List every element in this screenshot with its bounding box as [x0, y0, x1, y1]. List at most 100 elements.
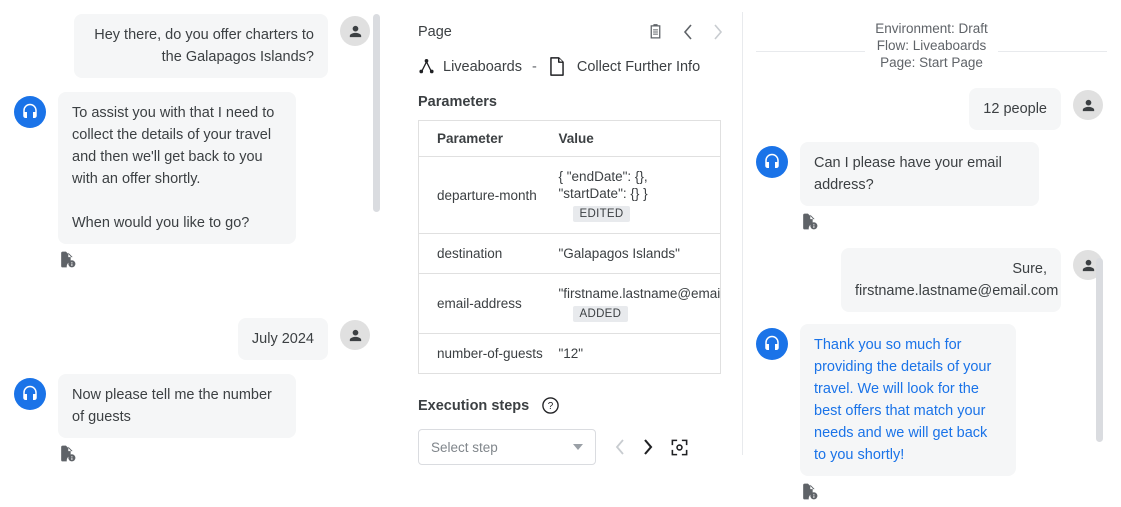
page-inspector-panel: Page: [400, 0, 742, 507]
table-row: departure-month { "endDate": {}, "startD…: [419, 157, 721, 234]
chat-bubble-user: 12 people: [969, 88, 1061, 130]
value-text: "firstname.lastname@email.com": [559, 285, 721, 302]
doc-info-icon[interactable]: [800, 482, 819, 506]
help-icon: ?: [541, 396, 560, 415]
document-info-icon: [58, 444, 77, 463]
message-row-user: Hey there, do you offer charters to the …: [14, 14, 370, 78]
avatar-user: [340, 16, 370, 46]
clipboard-icon: [647, 22, 664, 41]
select-step-dropdown[interactable]: Select step: [418, 429, 596, 465]
left-panel-scrollbar[interactable]: [373, 14, 380, 212]
prev-page-button[interactable]: [682, 23, 694, 41]
header-icon-group: [647, 22, 724, 41]
value-text: "Galapagos Islands": [559, 245, 721, 262]
page-line: Page: Start Page: [875, 54, 988, 71]
column-header-value: Value: [549, 121, 721, 157]
person-icon: [1080, 257, 1097, 274]
execution-steps-header: Execution steps ?: [418, 396, 724, 415]
help-circle-icon[interactable]: ?: [541, 396, 560, 415]
app-root: Hey there, do you offer charters to the …: [0, 0, 1121, 507]
document-info-icon: [800, 482, 819, 501]
avatar-user: [340, 320, 370, 350]
parameters-label: Parameters: [418, 94, 724, 110]
headset-icon: [763, 153, 781, 171]
message-row-bot: Now please tell me the number of guests: [14, 374, 370, 468]
table-header-row: Parameter Value: [419, 121, 721, 157]
chat-bubble-bot: To assist you with that I need to collec…: [58, 92, 296, 244]
document-info-icon: [800, 212, 819, 231]
svg-text:?: ?: [548, 401, 554, 412]
status-badge-edited: EDITED: [573, 206, 631, 222]
flow-node-icon: [418, 58, 435, 75]
message-row-bot: To assist you with that I need to collec…: [14, 92, 370, 274]
status-badge-added: ADDED: [573, 306, 629, 322]
table-row: destination "Galapagos Islands": [419, 234, 721, 274]
center-focus-button[interactable]: [670, 438, 689, 457]
next-page-button[interactable]: [712, 23, 724, 41]
execution-steps-controls: Select step: [418, 429, 724, 465]
flow-icon: [418, 58, 435, 75]
environment-header-text: Environment: Draft Flow: Liveaboards Pag…: [865, 20, 998, 71]
cell-parameter-value: "12": [549, 334, 721, 374]
headset-icon: [21, 385, 39, 403]
avatar-bot: [756, 328, 788, 360]
page-inspector-header: Page: [418, 22, 724, 41]
flow-line: Flow: Liveaboards: [875, 37, 988, 54]
table-row: email-address "firstname.lastname@email.…: [419, 274, 721, 334]
clipboard-button[interactable]: [647, 22, 664, 41]
chat-bubble-bot: Now please tell me the number of guests: [58, 374, 296, 438]
avatar-bot: [14, 378, 46, 410]
headset-icon: [21, 103, 39, 121]
message-row-user: Sure, firstname.lastname@email.com: [756, 248, 1103, 312]
next-step-button[interactable]: [642, 438, 654, 456]
center-focus-icon: [670, 438, 689, 457]
page-title: Page: [418, 24, 452, 40]
document-info-icon: [58, 250, 77, 269]
parameters-table: Parameter Value departure-month { "endDa…: [418, 120, 721, 374]
cell-parameter-value: { "endDate": {}, "startDate": {} } EDITE…: [549, 157, 721, 234]
chat-bubble-user: Hey there, do you offer charters to the …: [74, 14, 328, 78]
avatar-bot: [14, 96, 46, 128]
cell-parameter-name: email-address: [419, 274, 549, 334]
cell-parameter-value: "Galapagos Islands": [549, 234, 721, 274]
headset-icon: [763, 335, 781, 353]
person-icon: [347, 23, 364, 40]
select-step-placeholder: Select step: [431, 440, 498, 455]
file-icon: [549, 57, 565, 76]
table-row: number-of-guests "12": [419, 334, 721, 374]
page-icon: [549, 57, 565, 76]
simulator-panel: Environment: Draft Flow: Liveaboards Pag…: [742, 0, 1121, 507]
breadcrumb: Liveaboards - Collect Further Info: [418, 57, 724, 76]
avatar-bot: [756, 146, 788, 178]
right-panel-scrollbar[interactable]: [1096, 258, 1103, 442]
chat-bubble-bot: Can I please have your email address?: [800, 142, 1039, 206]
avatar-user: [1073, 90, 1103, 120]
cell-parameter-value: "firstname.lastname@email.com" ADDED: [549, 274, 721, 334]
chat-bubble-bot-highlighted: Thank you so much for providing the deta…: [800, 324, 1016, 476]
execution-steps-label: Execution steps: [418, 398, 529, 414]
message-row-bot: Thank you so much for providing the deta…: [756, 324, 1103, 506]
chevron-left-icon: [614, 438, 626, 456]
breadcrumb-separator: -: [532, 59, 537, 75]
doc-info-icon[interactable]: [800, 212, 819, 236]
chevron-left-icon: [682, 23, 694, 41]
person-icon: [1080, 97, 1097, 114]
cell-parameter-name: departure-month: [419, 157, 549, 234]
chevron-down-icon: [573, 444, 583, 450]
doc-info-icon[interactable]: [58, 250, 77, 274]
breadcrumb-flow-label[interactable]: Liveaboards: [443, 59, 522, 75]
chat-bubble-user: Sure, firstname.lastname@email.com: [841, 248, 1061, 312]
chevron-right-icon: [642, 438, 654, 456]
environment-line: Environment: Draft: [875, 20, 988, 37]
right-message-stack: 12 people Can I please have your email a…: [742, 88, 1121, 506]
conversation-history-panel: Hey there, do you offer charters to the …: [0, 0, 392, 507]
environment-header: Environment: Draft Flow: Liveaboards Pag…: [756, 20, 1107, 72]
chat-bubble-user: July 2024: [238, 318, 328, 360]
value-text: "12": [559, 345, 721, 362]
execution-nav-group: [614, 438, 689, 457]
doc-info-icon[interactable]: [58, 444, 77, 468]
breadcrumb-page-label[interactable]: Collect Further Info: [577, 59, 700, 75]
cell-parameter-name: number-of-guests: [419, 334, 549, 374]
prev-step-button[interactable]: [614, 438, 626, 456]
column-header-parameter: Parameter: [419, 121, 549, 157]
